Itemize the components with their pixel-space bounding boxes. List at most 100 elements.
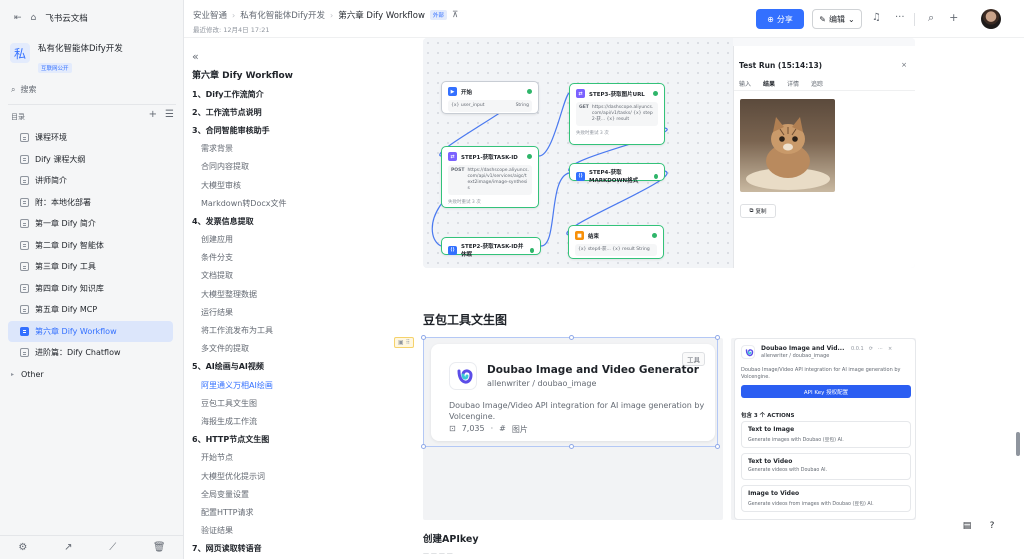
outline-item[interactable]: 运行结果 (192, 303, 388, 321)
share-arrow-icon[interactable]: ↗ (64, 542, 72, 553)
plugin-title: Doubao Image and Vid... (761, 345, 845, 352)
outline-item[interactable]: 多文件的提取 (192, 340, 388, 358)
generated-kitten-image (740, 99, 835, 192)
expand-caret-icon[interactable]: ▸ (11, 371, 15, 378)
share-button[interactable]: ⊕ 分享 (756, 9, 804, 29)
resize-handle[interactable] (715, 444, 720, 449)
sidebar-item[interactable]: 第三章 Dify 工具 (8, 256, 173, 278)
knowledge-base-header[interactable]: 私 私有化智能体Dify开发 互联网公开 (10, 43, 123, 74)
resize-handle[interactable] (421, 444, 426, 449)
copy-icon: ⧉ (749, 207, 754, 214)
close-icon[interactable]: × (901, 61, 907, 69)
analytics-icon[interactable]: ⟋ (109, 542, 116, 553)
comment-icon[interactable]: ▤ (959, 518, 975, 534)
sidebar-item-label: 第二章 Dify 智能体 (35, 240, 104, 250)
outline-item[interactable]: 海报生成工作流 (192, 412, 388, 430)
sidebar-item[interactable]: 第一章 Dify 简介 (8, 213, 173, 235)
home-icon[interactable]: ⌂ (31, 13, 37, 23)
outline-item[interactable]: 条件分支 (192, 249, 388, 267)
node-title: 结束 (588, 233, 600, 240)
kitten-illustration (746, 117, 830, 190)
node-step4[interactable]: ⟨⟩ STEP4-获取MARKDOWN格式 (569, 163, 665, 184)
more-icon[interactable]: ··· (895, 12, 905, 23)
outline-item[interactable]: 2、工作流节点说明 (192, 103, 388, 121)
outline-item[interactable]: 文档提取 (192, 267, 388, 285)
breadcrumb-item[interactable]: 安业智通 (193, 9, 227, 21)
collapse-sidebar-icon[interactable]: ⇤ (14, 13, 22, 23)
kb-name[interactable]: 私有化智能体Dify开发 (38, 43, 123, 55)
sidebar-item[interactable]: 课程环境 (8, 127, 173, 149)
outline-item[interactable]: 创建应用 (192, 231, 388, 249)
sidebar-item[interactable]: 第二章 Dify 智能体 (8, 235, 173, 257)
avatar[interactable] (981, 9, 1001, 29)
settings-icon[interactable]: ⚙ (18, 542, 27, 553)
add-icon[interactable]: + (149, 109, 157, 122)
edit-button[interactable]: ✎ 编辑 ⌄ (812, 9, 862, 29)
outline-item[interactable]: 3、合同智能审核助手 (192, 121, 388, 139)
pin-icon[interactable]: ⊼ (452, 10, 458, 20)
action-item: Image to Video Generate videos from imag… (741, 485, 911, 512)
sidebar-item[interactable]: 进阶篇：Dify Chatflow (8, 342, 173, 364)
sidebar-item[interactable]: Dify 课程大纲 (8, 149, 173, 171)
outline-title[interactable]: 第六章 Dify Workflow (192, 68, 293, 81)
outline-item[interactable]: 合同内容提取 (192, 158, 388, 176)
outline-item[interactable]: 配置HTTP请求 (192, 503, 388, 521)
sidebar-item[interactable]: 附：本地化部署 (8, 192, 173, 214)
outline-item[interactable]: 大模型整理数据 (192, 285, 388, 303)
outline-item[interactable]: 开始节点 (192, 449, 388, 467)
node-step2[interactable]: ⟨⟩ STEP2-获取TASK-ID并休眠 (441, 237, 541, 258)
outline-item[interactable]: 5、AI绘画与AI视频 (192, 358, 388, 376)
outline-item[interactable]: Markdown转Docx文件 (192, 194, 388, 212)
bell-icon[interactable]: ♫ (872, 12, 881, 23)
breadcrumb-item[interactable]: 私有化智能体Dify开发 (240, 9, 325, 21)
outline-item[interactable]: 7、网页读取转语音 (192, 540, 388, 558)
resize-handle[interactable] (569, 444, 574, 449)
workspace-header[interactable]: ⇤ ⌂ 飞书云文档 (14, 12, 88, 24)
outline-item[interactable]: 需求背景 (192, 140, 388, 158)
outline-item[interactable]: 验证结果 (192, 522, 388, 540)
node-step3[interactable]: ⇄ STEP3-获取图片URL GET https://dashscope.aliy… (569, 83, 665, 145)
toc-header: 目录 + ☰ (11, 109, 174, 122)
block-handle[interactable]: ▣ ⠿ (394, 337, 414, 348)
node-end[interactable]: ■ 结束 {x} step4-获... {x} result String (568, 225, 664, 259)
outline-item[interactable]: 大模型优化提示词 (192, 467, 388, 485)
outline-item[interactable]: 豆包工具文生图 (192, 394, 388, 412)
outline-item[interactable]: 1、Dify工作流简介 (192, 85, 388, 103)
workflow-screenshot[interactable]: ▶ 开始 {x} user_input String ⇄ STEP1-获取TASK-I… (423, 38, 915, 268)
sidebar-item[interactable]: 第四章 Dify 知识库 (8, 278, 173, 300)
outline-item[interactable]: 4、发票信息提取 (192, 212, 388, 230)
sidebar-item[interactable]: 讲师简介 (8, 170, 173, 192)
image-selection-frame[interactable] (421, 335, 720, 449)
resize-handle[interactable] (715, 335, 720, 340)
action-desc: Generate videos with Doubao AI. (748, 468, 828, 473)
node-url: https://dashscope.aliyuncs.com/api/v1/se… (467, 168, 529, 191)
add-icon[interactable]: + (949, 11, 958, 25)
plugin-detail-screenshot[interactable]: Doubao Image and Vid... allenwriter / do… (731, 338, 916, 520)
outline-item[interactable]: 大模型审核 (192, 176, 388, 194)
sidebar-item[interactable]: 第五章 Dify MCP (8, 299, 173, 321)
refresh-icon: ⟳ (868, 346, 873, 352)
resize-handle[interactable] (569, 335, 574, 340)
cut-off-text: — — — — (423, 550, 453, 557)
outline-item[interactable]: 6、HTTP节点文生图 (192, 431, 388, 449)
resize-handle[interactable] (421, 335, 426, 340)
http-method: POST (451, 168, 465, 173)
breadcrumb-current[interactable]: 第六章 Dify Workflow (338, 9, 425, 21)
sidebar-item[interactable]: ▸ Other (8, 364, 173, 386)
outline-item[interactable]: 阿里通义万相AI绘画 (192, 376, 388, 394)
sidebar-item[interactable]: 第六章 Dify Workflow (8, 320, 173, 342)
collapse-outline-icon[interactable]: « (192, 50, 199, 63)
help-icon[interactable]: ? (984, 518, 1000, 534)
trash-icon[interactable]: 🗑 (153, 542, 166, 553)
node-title: STEP3-获取图片URL (589, 91, 645, 98)
search-icon[interactable]: ⌕ (928, 11, 934, 25)
scrollbar[interactable] (1016, 432, 1020, 456)
outline-item[interactable]: 全局变量设置 (192, 485, 388, 503)
workspace-name[interactable]: 飞书云文档 (45, 12, 88, 24)
outline-item[interactable]: 将工作流发布为工具 (192, 321, 388, 339)
sidebar-search[interactable]: ⌕ 搜索 (8, 81, 174, 98)
list-settings-icon[interactable]: ☰ (165, 109, 174, 122)
node-step1[interactable]: ⇄ STEP1-获取TASK-ID POST https://dashscope.a… (441, 146, 539, 208)
copy-button[interactable]: ⧉ 复制 (740, 204, 776, 218)
node-start[interactable]: ▶ 开始 {x} user_input String (441, 81, 539, 114)
